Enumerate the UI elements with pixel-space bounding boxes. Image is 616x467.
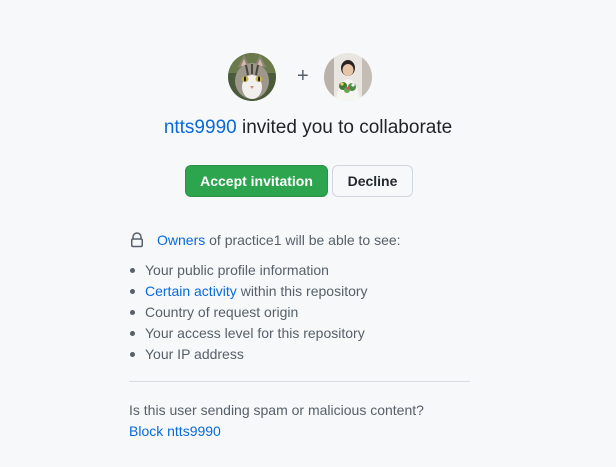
invitation-page: + ntts9990 invited you to collaborate Ac… (0, 0, 616, 467)
permission-text: within this repository (236, 283, 368, 299)
list-item: Country of request origin (129, 302, 368, 323)
bullet (130, 289, 135, 294)
accept-invitation-button[interactable]: Accept invitation (185, 165, 328, 197)
block-user-link[interactable]: Block ntts9990 (129, 422, 221, 440)
decline-button[interactable]: Decline (332, 165, 413, 197)
owners-link[interactable]: Owners (157, 232, 205, 248)
bullet (130, 268, 135, 273)
permission-text: Your IP address (145, 346, 244, 362)
invitation-title: ntts9990 invited you to collaborate (0, 116, 616, 140)
bullet (130, 310, 135, 315)
inviter-username-link[interactable]: ntts9990 (164, 117, 237, 138)
permission-text: Country of request origin (145, 304, 299, 320)
permission-text: Your access level for this repository (145, 325, 365, 341)
list-item: Certain activity within this repository (129, 281, 368, 302)
bullet (130, 352, 135, 357)
invitation-title-text: invited you to collaborate (236, 117, 453, 138)
list-item: Your IP address (129, 344, 368, 365)
inviter-avatar[interactable] (228, 53, 276, 101)
permission-text: Your public profile information (145, 262, 329, 278)
invitee-avatar[interactable] (324, 53, 372, 101)
list-item: Your public profile information (129, 260, 368, 281)
lock-icon (131, 232, 143, 248)
divider (129, 381, 470, 382)
certain-activity-link[interactable]: Certain activity (145, 283, 237, 299)
list-item: Your access level for this repository (129, 323, 368, 344)
bullet (130, 331, 135, 336)
permission-list: Your public profile information Certain … (129, 260, 368, 365)
spam-question: Is this user sending spam or malicious c… (129, 402, 424, 418)
owners-text: of practice1 will be able to see: (205, 232, 401, 248)
plus-icon: + (297, 65, 309, 87)
avatar-row: + (0, 53, 616, 101)
